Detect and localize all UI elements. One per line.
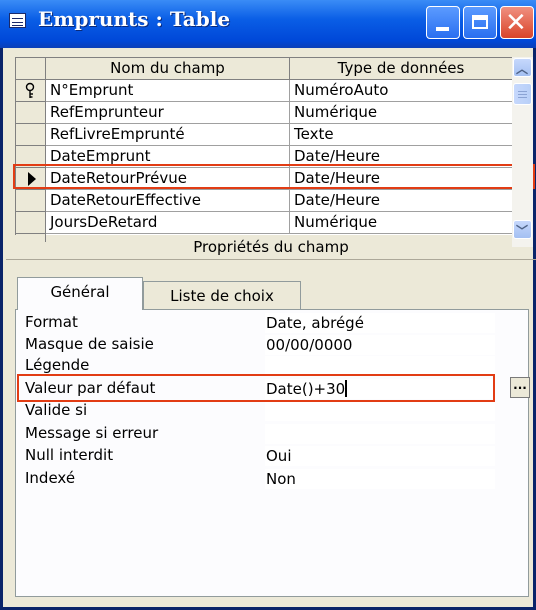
tab-lookup[interactable]: Liste de choix xyxy=(143,281,301,309)
title-bar[interactable]: Emprunts : Table ✕ xyxy=(0,0,536,48)
field-name-cell[interactable]: DateRetourEffective xyxy=(46,190,290,212)
close-button[interactable]: ✕ xyxy=(500,6,534,39)
grid-scrollbar[interactable]: ︿ ﹀ xyxy=(512,57,533,247)
properties-title: Propriétés du champ xyxy=(193,238,349,256)
build-button[interactable]: ... xyxy=(510,377,530,398)
property-value[interactable]: Date, abrégé xyxy=(265,313,495,333)
field-name-cell[interactable]: RefLivreEmprunté xyxy=(46,124,290,146)
property-value[interactable] xyxy=(265,356,495,376)
row-selector[interactable] xyxy=(16,124,46,146)
field-type-cell[interactable]: NuméroAuto xyxy=(290,80,513,102)
property-label: Valide si xyxy=(25,401,88,419)
row-selector[interactable] xyxy=(16,80,46,102)
key-icon xyxy=(25,82,35,98)
row-selector[interactable] xyxy=(16,190,46,212)
field-type-cell[interactable]: Numérique xyxy=(290,212,513,234)
property-label: Indexé xyxy=(25,469,76,487)
field-type-cell[interactable]: Date/Heure xyxy=(290,168,513,190)
table-design-window: Emprunts : Table ✕ Nom du champ Type de … xyxy=(0,0,536,610)
property-value[interactable]: Non xyxy=(265,469,495,489)
column-header-type: Type de données xyxy=(290,58,513,80)
property-label: Format xyxy=(25,313,78,331)
field-name-cell[interactable]: RefEmprunteur xyxy=(46,102,290,124)
minimize-icon xyxy=(436,27,449,31)
field-type-cell[interactable]: Date/Heure xyxy=(290,146,513,168)
minimize-button[interactable] xyxy=(426,6,460,39)
general-properties-pane: Format Date, abrégé Masque de saisie 00/… xyxy=(15,309,530,597)
field-name-cell[interactable]: N°Emprunt xyxy=(46,80,290,102)
property-value[interactable] xyxy=(265,401,495,421)
row-selector[interactable] xyxy=(16,168,46,190)
table-icon xyxy=(9,13,26,28)
row-selector[interactable] xyxy=(16,146,46,168)
column-header-name: Nom du champ xyxy=(46,58,290,80)
field-grid: Nom du champ Type de données N°Emprunt N… xyxy=(15,57,513,242)
field-type-cell[interactable]: Numérique xyxy=(290,102,513,124)
divider xyxy=(6,259,536,260)
property-value[interactable] xyxy=(265,424,495,444)
maximize-button[interactable] xyxy=(463,6,497,39)
row-selector[interactable] xyxy=(16,212,46,234)
property-label: Null interdit xyxy=(25,446,114,464)
current-row-arrow-icon xyxy=(28,172,36,186)
close-icon: ✕ xyxy=(505,8,527,38)
text-caret xyxy=(345,380,348,397)
property-label: Message si erreur xyxy=(25,424,159,442)
property-value[interactable]: Oui xyxy=(265,446,495,466)
property-label: Légende xyxy=(25,356,90,374)
window-title: Emprunts : Table xyxy=(38,7,231,31)
row-selector[interactable] xyxy=(16,102,46,124)
property-label: Masque de saisie xyxy=(25,335,154,353)
field-type-cell[interactable]: Date/Heure xyxy=(290,190,513,212)
chevron-up-icon: ︿ xyxy=(516,62,529,76)
field-name-cell[interactable]: JoursDeRetard xyxy=(46,212,290,234)
grid-corner xyxy=(16,58,46,80)
maximize-icon xyxy=(472,15,488,29)
field-name-cell[interactable]: DateRetourPrévue xyxy=(46,168,290,190)
scroll-up-button[interactable]: ︿ xyxy=(513,58,532,77)
field-name-cell[interactable]: DateEmprunt xyxy=(46,146,290,168)
default-value-text: Date()+30 xyxy=(266,380,346,398)
scroll-thumb[interactable] xyxy=(513,83,532,105)
property-value[interactable]: 00/00/0000 xyxy=(265,335,495,355)
default-value-field[interactable]: Date()+30 xyxy=(265,379,495,399)
tab-general[interactable]: Général xyxy=(17,277,143,310)
field-type-cell[interactable]: Texte xyxy=(290,124,513,146)
property-label: Valeur par défaut xyxy=(25,379,156,397)
